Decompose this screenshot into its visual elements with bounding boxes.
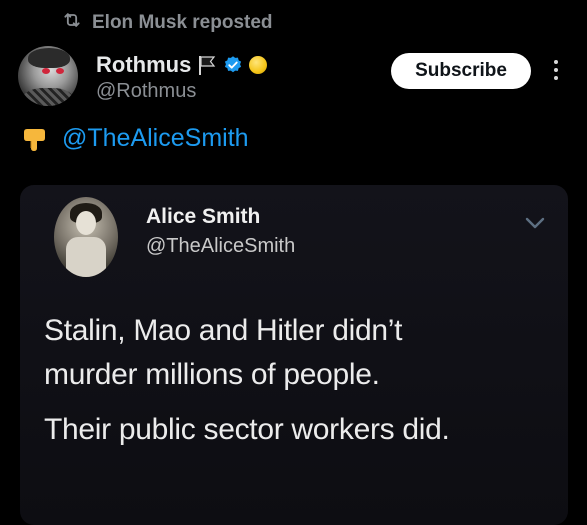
pointing-down-hand-icon	[22, 126, 52, 152]
more-options-icon[interactable]	[550, 58, 562, 82]
post-text: @TheAliceSmith	[22, 124, 249, 153]
repost-label: Elon Musk reposted	[92, 12, 273, 33]
embedded-author-handle: @TheAliceSmith	[146, 235, 296, 257]
coin-icon	[249, 56, 268, 74]
verified-icon	[223, 55, 243, 75]
author-name-row: Rothmus	[96, 52, 268, 78]
embedded-tweet-text: Stalin, Mao and Hitler didn’t murder mil…	[44, 309, 450, 452]
embedded-line: Stalin, Mao and Hitler didn’t	[44, 314, 403, 347]
embedded-line: Their public sector workers did.	[44, 413, 450, 446]
repost-icon	[62, 10, 82, 36]
subscribe-button[interactable]: Subscribe	[391, 53, 531, 89]
embedded-line: murder millions of people.	[44, 357, 380, 391]
mention-link[interactable]: @TheAliceSmith	[62, 124, 249, 153]
chevron-down-icon	[525, 217, 545, 229]
embedded-author-name: Alice Smith	[146, 205, 261, 228]
repost-indicator: Elon Musk reposted	[62, 10, 273, 36]
author-avatar[interactable]	[18, 46, 78, 106]
flag-icon	[197, 54, 217, 76]
author-handle[interactable]: @Rothmus	[96, 80, 196, 103]
embedded-avatar	[54, 197, 118, 277]
embedded-image[interactable]: Alice Smith @TheAliceSmith Stalin, Mao a…	[20, 185, 568, 525]
author-display-name[interactable]: Rothmus	[96, 52, 191, 78]
